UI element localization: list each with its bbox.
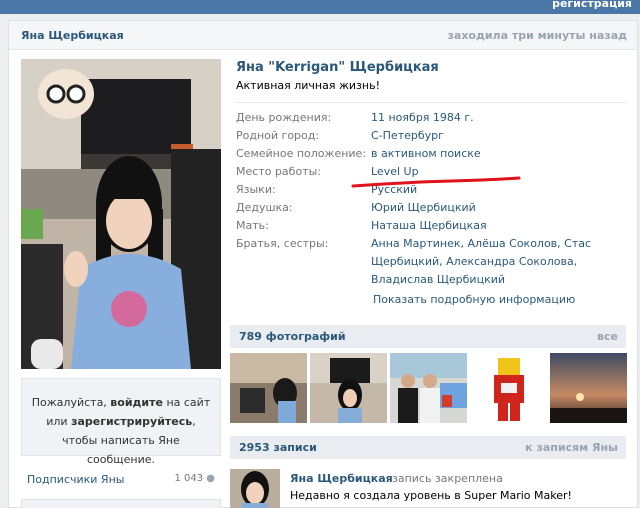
header-name[interactable]: Яна Щербицкая (21, 29, 124, 42)
info-row-siblings: Братья, сестры: Анна Мартинек, Алёша Сок… (236, 235, 626, 289)
register-link-inline[interactable]: зарегистрируйтесь (71, 415, 192, 428)
register-link[interactable]: регистрация (552, 0, 632, 10)
photos-all-link[interactable]: все (597, 330, 618, 343)
profile-avatar[interactable] (21, 59, 221, 369)
photos-strip (230, 353, 627, 423)
friends-block (21, 499, 221, 508)
post-text: Недавно я создала уровень в Super Mario … (290, 489, 572, 502)
info-row-grandfather: Дедушка: Юрий Щербицкий (236, 199, 626, 217)
profile-info: День рождения: 11 ноября 1984 г. Родной … (236, 109, 626, 289)
red-underline-annotation (351, 176, 521, 188)
info-value[interactable]: Анна Мартинек, Алёша Соколов, Стас Щерби… (371, 235, 621, 289)
top-bar: регистрация (0, 0, 640, 14)
photo-thumbnail[interactable] (310, 353, 387, 423)
photos-header[interactable]: 789 фотографий все (230, 325, 626, 348)
login-link[interactable]: войдите (110, 396, 163, 409)
subscribers-block[interactable]: Подписчики Яны 1 043 ● (27, 473, 215, 486)
profile-full-name: Яна "Kerrigan" Щербицкая (236, 60, 439, 75)
post-author-name[interactable]: Яна Щербицкая (290, 472, 393, 485)
profile-page: Яна Щербицкая заходила три минуты назад (8, 20, 638, 508)
show-more-info-link[interactable]: Показать подробную информацию (373, 293, 575, 306)
info-value[interactable]: 11 ноября 1984 г. (371, 109, 621, 127)
info-label: Семейное положение: (236, 147, 367, 160)
photo-thumbnail[interactable] (470, 353, 547, 423)
posts-header[interactable]: 2953 записи к записям Яны (230, 436, 626, 459)
photos-title[interactable]: 789 фотографий (239, 330, 346, 343)
divider (236, 102, 626, 103)
post-author-avatar[interactable] (230, 469, 280, 508)
info-label: Родной город: (236, 129, 320, 142)
last-seen-status: заходила три минуты назад (447, 29, 628, 42)
info-value[interactable]: Наташа Щербицкая (371, 217, 621, 235)
info-value[interactable]: С-Петербург (371, 127, 621, 145)
profile-header: Яна Щербицкая заходила три минуты назад (9, 21, 637, 50)
photo-thumbnail[interactable] (230, 353, 307, 423)
photo-thumbnail[interactable] (550, 353, 627, 423)
guest-text: Пожалуйста, (31, 396, 111, 409)
posts-all-link[interactable]: к записям Яны (525, 441, 618, 454)
guest-message-box: Пожалуйста, войдите на сайт или зарегист… (21, 378, 221, 466)
info-row-birthday: День рождения: 11 ноября 1984 г. (236, 109, 626, 127)
photo-thumbnail[interactable] (390, 353, 467, 423)
info-label: Дедушка: (236, 201, 293, 214)
profile-status: Активная личная жизнь! (236, 79, 380, 92)
subscribers-count: 1 043 ● (174, 473, 215, 484)
subscribers-count-value: 1 043 (174, 473, 204, 484)
info-row-mother: Мать: Наташа Щербицкая (236, 217, 626, 235)
post-pinned-label: запись закреплена (392, 472, 503, 485)
subscribers-label[interactable]: Подписчики Яны (27, 473, 124, 486)
info-value[interactable]: Юрий Щербицкий (371, 199, 621, 217)
info-row-hometown: Родной город: С-Петербург (236, 127, 626, 145)
people-icon: ● (206, 473, 215, 484)
info-label: День рождения: (236, 111, 332, 124)
info-label: Мать: (236, 219, 269, 232)
posts-title[interactable]: 2953 записи (239, 441, 317, 454)
info-value[interactable]: в активном поиске (371, 145, 621, 163)
info-row-relationship: Семейное положение: в активном поиске (236, 145, 626, 163)
info-label: Братья, сестры: (236, 237, 329, 250)
